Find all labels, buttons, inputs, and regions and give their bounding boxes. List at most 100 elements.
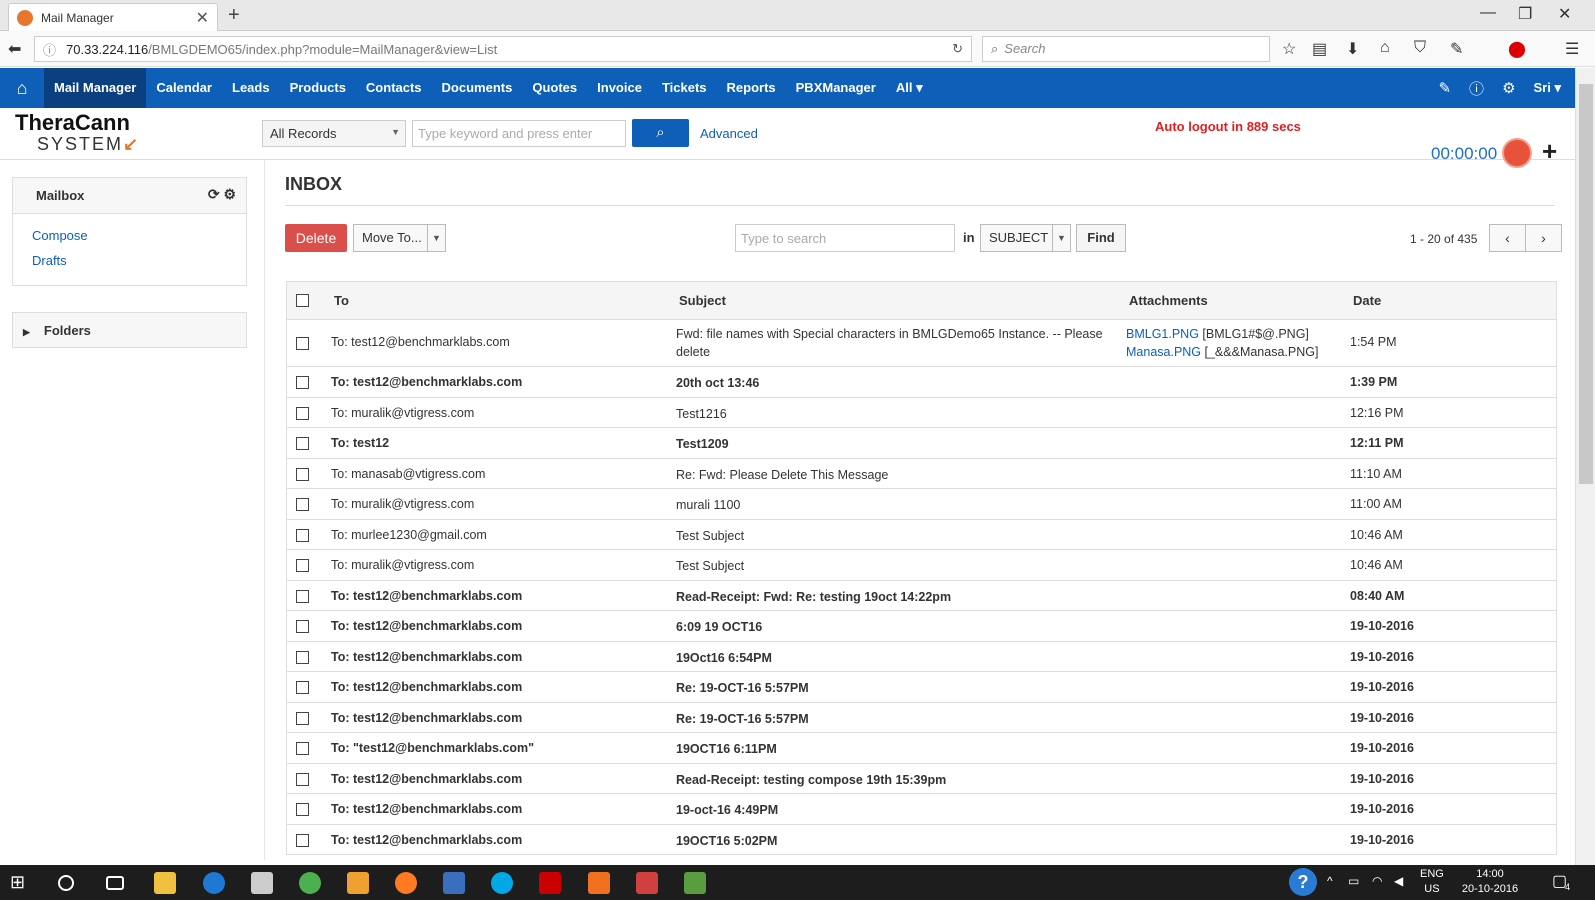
table-row[interactable]: To: test12@benchmarklabs.com Re: 19-OCT-1… xyxy=(287,703,1556,733)
table-row[interactable]: To: test12@benchmarklabs.com 19-oct-16 4:… xyxy=(287,794,1556,825)
row-checkbox[interactable] xyxy=(296,833,309,847)
logo[interactable]: TheraCann SYSTEM↙ xyxy=(15,112,145,155)
folders-toggle[interactable]: ▶ Folders xyxy=(12,312,247,348)
row-checkbox[interactable] xyxy=(296,337,309,350)
windows-start-icon[interactable]: ⊞ xyxy=(10,872,32,894)
nav-documents[interactable]: Documents xyxy=(432,68,523,108)
row-checkbox[interactable] xyxy=(296,620,309,633)
table-row[interactable]: To: muralik@vtigress.com murali 1100 11:00… xyxy=(287,489,1556,520)
download-icon[interactable]: ⬇ xyxy=(1346,39,1359,59)
row-checkbox[interactable] xyxy=(296,528,309,542)
cortana-icon[interactable] xyxy=(58,875,74,891)
chrome-icon[interactable] xyxy=(299,872,321,894)
info-icon[interactable]: ⓘ xyxy=(1469,78,1484,99)
close-window-icon[interactable]: ✕ xyxy=(1558,4,1571,24)
delete-button[interactable]: Delete xyxy=(285,224,347,252)
filezilla-icon[interactable] xyxy=(539,872,561,894)
store-icon[interactable] xyxy=(251,872,273,894)
row-checkbox[interactable] xyxy=(296,772,309,786)
table-row[interactable]: To: test12@benchmarklabs.com 20th oct 13:… xyxy=(287,367,1556,398)
nav-pbxmanager[interactable]: PBXManager xyxy=(786,68,886,108)
nav-reports[interactable]: Reports xyxy=(717,68,786,108)
row-checkbox[interactable] xyxy=(296,498,309,511)
nav-leads[interactable]: Leads xyxy=(222,68,280,108)
nav-quotes[interactable]: Quotes xyxy=(522,68,587,108)
scrollbar-thumb[interactable] xyxy=(1579,84,1593,484)
bookmark-star-icon[interactable]: ☆ xyxy=(1282,39,1296,59)
row-checkbox[interactable] xyxy=(296,742,309,755)
row-checkbox[interactable] xyxy=(296,376,309,389)
row-checkbox[interactable] xyxy=(296,711,309,725)
nav-products[interactable]: Products xyxy=(280,68,356,108)
app-icon[interactable] xyxy=(347,872,369,894)
search-button[interactable]: ⌕ xyxy=(632,119,689,147)
search-field-select[interactable]: SUBJECT ▼ xyxy=(980,224,1071,252)
home-icon[interactable]: ⌂ xyxy=(0,68,44,108)
row-checkbox[interactable] xyxy=(296,589,309,603)
spreadsheet-icon[interactable] xyxy=(684,872,706,894)
prev-page-button[interactable]: ‹ xyxy=(1489,224,1526,252)
brush-icon[interactable]: ✎ xyxy=(1438,79,1451,97)
firefox-icon[interactable] xyxy=(395,872,417,894)
mail-search-input[interactable]: Type to search xyxy=(735,224,955,252)
table-row[interactable]: To: test12@benchmarklabs.com Re: 19-OCT-1… xyxy=(287,672,1556,703)
refresh-icon[interactable]: ⟳ xyxy=(208,186,220,202)
edge-icon[interactable] xyxy=(203,872,225,894)
keyword-search-input[interactable]: Type keyword and press enter xyxy=(412,120,626,147)
row-checkbox[interactable] xyxy=(296,559,309,572)
paint-icon[interactable] xyxy=(636,872,658,894)
table-row[interactable]: To: test12@benchmarklabs.com 19OCT16 5:02… xyxy=(287,825,1556,855)
settings-icon[interactable]: ⚙ xyxy=(223,186,236,202)
stopwatch-icon[interactable] xyxy=(1502,138,1532,168)
xampp-icon[interactable] xyxy=(588,872,610,894)
maximize-icon[interactable]: ❐ xyxy=(1518,4,1532,24)
close-tab-icon[interactable]: ✕ xyxy=(196,8,209,28)
minimize-icon[interactable]: — xyxy=(1480,4,1496,22)
table-row[interactable]: To: murlee1230@gmail.com Test Subject 10:4… xyxy=(287,520,1556,550)
row-checkbox[interactable] xyxy=(296,437,309,450)
menu-icon[interactable]: ☰ xyxy=(1565,39,1579,59)
info-icon[interactable]: ⓘ xyxy=(43,40,56,59)
network-app-icon[interactable] xyxy=(443,872,465,894)
table-row[interactable]: To: "test12@benchmarklabs.com" 19OCT16 6:… xyxy=(287,733,1556,764)
row-checkbox[interactable] xyxy=(296,650,309,664)
reading-list-icon[interactable]: ▤ xyxy=(1312,39,1327,59)
url-bar[interactable]: ⓘ 70.33.224.116/BMLGDEMO65/index.php?mod… xyxy=(34,36,972,62)
file-explorer-icon[interactable] xyxy=(154,872,176,894)
help-icon[interactable]: ? xyxy=(1289,868,1317,896)
attachment-link[interactable]: Manasa.PNG xyxy=(1126,345,1201,359)
table-row[interactable]: To: test12@benchmarklabs.com Read-Receipt… xyxy=(287,764,1556,794)
pocket-icon[interactable]: ⛉ xyxy=(1414,39,1426,57)
table-row[interactable]: To: manasab@vtigress.com Re: Fwd: Please … xyxy=(287,459,1556,489)
task-view-icon[interactable] xyxy=(106,876,124,890)
table-row[interactable]: To: muralik@vtigress.com Test Subject 10:4… xyxy=(287,550,1556,581)
row-checkbox[interactable] xyxy=(296,681,309,694)
tray-expand-icon[interactable]: ^ xyxy=(1327,874,1333,888)
table-row[interactable]: To: test12@benchmarklabs.com Read-Receipt… xyxy=(287,581,1556,611)
move-to-select[interactable]: Move To... ▼ xyxy=(353,224,446,252)
clock[interactable]: 14:00 20-10-2016 xyxy=(1460,867,1520,897)
user-menu[interactable]: Sri ▾ xyxy=(1534,80,1561,96)
compose-link[interactable]: Compose xyxy=(13,228,246,243)
nav-mail-manager[interactable]: Mail Manager xyxy=(44,68,147,108)
table-row[interactable]: To: muralik@vtigress.com Test1216 12:16 PM xyxy=(287,398,1556,428)
find-button[interactable]: Find xyxy=(1076,224,1126,252)
nav-calendar[interactable]: Calendar xyxy=(146,68,222,108)
row-checkbox[interactable] xyxy=(296,406,309,420)
browser-search-input[interactable]: ⌕ Search xyxy=(982,36,1270,62)
record-type-select[interactable]: All Records ▼ xyxy=(262,120,406,147)
table-row[interactable]: To: test12@benchmarklabs.com 19Oct16 6:54… xyxy=(287,642,1556,672)
nav-all[interactable]: All ▾ xyxy=(886,68,933,108)
attachment-link[interactable]: BMLG1.PNG xyxy=(1126,327,1199,341)
row-checkbox[interactable] xyxy=(296,467,309,481)
extension-icon[interactable]: ✎ xyxy=(1450,39,1463,59)
new-tab-icon[interactable]: + xyxy=(228,4,240,27)
volume-icon[interactable]: ◀ xyxy=(1394,874,1403,888)
table-row[interactable]: To: test12@benchmarklabs.com Fwd: file na… xyxy=(287,320,1556,367)
next-page-button[interactable]: › xyxy=(1525,224,1562,252)
row-checkbox[interactable] xyxy=(296,803,309,816)
home-icon[interactable]: ⌂ xyxy=(1380,39,1390,57)
wifi-icon[interactable]: ◠ xyxy=(1372,874,1382,888)
battery-icon[interactable]: ▭ xyxy=(1348,874,1359,888)
add-icon[interactable]: + xyxy=(1542,136,1557,167)
